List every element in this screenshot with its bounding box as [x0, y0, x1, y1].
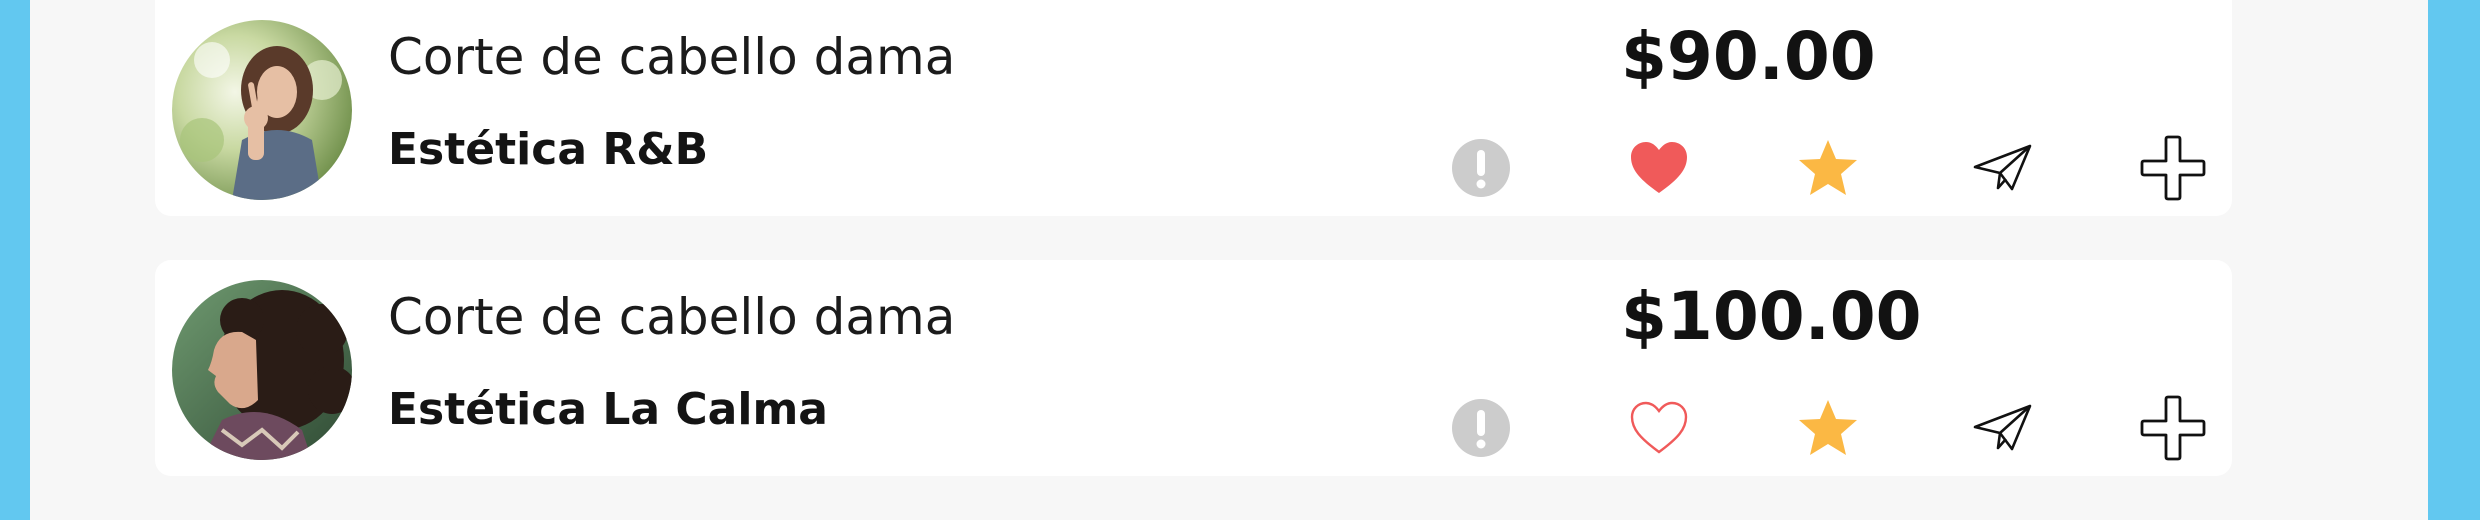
paper-plane-icon[interactable]	[1967, 392, 2039, 464]
service-title: Corte de cabello dama	[388, 288, 956, 346]
plus-icon[interactable]	[2137, 392, 2209, 464]
paper-plane-icon[interactable]	[1967, 132, 2039, 204]
business-name[interactable]: Estética La Calma	[388, 384, 828, 435]
listing-panel: Corte de cabello dama Estética R&B $90.0…	[30, 0, 2428, 520]
heart-outline-icon[interactable]	[1623, 392, 1695, 464]
price: $90.00	[1621, 18, 1876, 95]
price: $100.00	[1621, 278, 1922, 355]
service-title: Corte de cabello dama	[388, 28, 956, 86]
info-icon[interactable]	[1445, 132, 1517, 204]
heart-filled-icon[interactable]	[1623, 132, 1695, 204]
avatar	[172, 20, 352, 200]
service-card[interactable]: Corte de cabello dama Estética La Calma …	[155, 260, 2232, 476]
business-name[interactable]: Estética R&B	[388, 124, 708, 175]
service-card[interactable]: Corte de cabello dama Estética R&B $90.0…	[155, 0, 2232, 216]
star-icon[interactable]	[1792, 132, 1864, 204]
info-icon[interactable]	[1445, 392, 1517, 464]
plus-icon[interactable]	[2137, 132, 2209, 204]
avatar	[172, 280, 352, 460]
star-icon[interactable]	[1792, 392, 1864, 464]
